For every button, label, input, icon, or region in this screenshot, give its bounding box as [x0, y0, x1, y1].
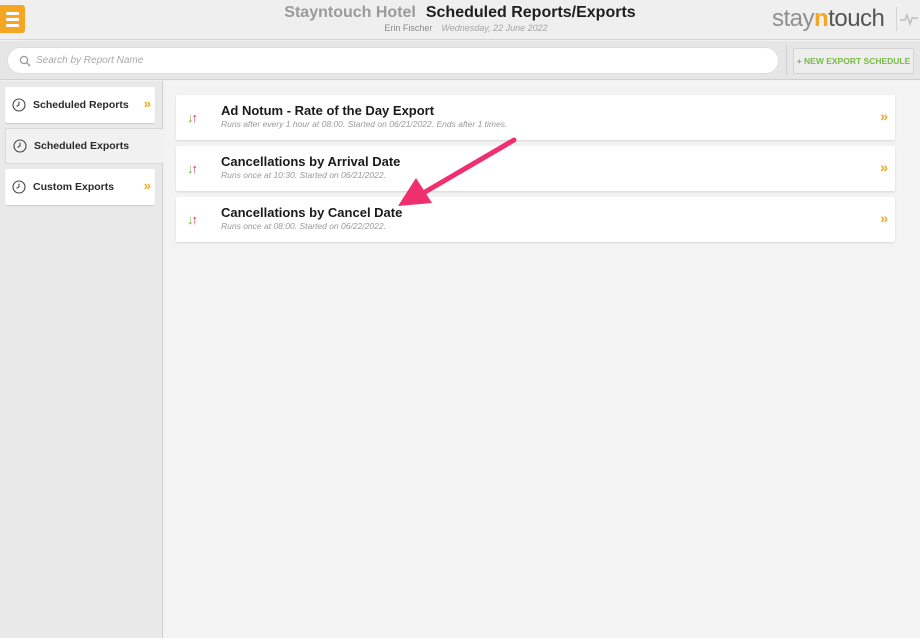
user-name: Erin Fischer: [384, 23, 433, 33]
search-bar[interactable]: [7, 47, 779, 74]
chevron-right-icon[interactable]: »: [880, 159, 888, 175]
arrow-up-icon: ↑: [191, 212, 198, 227]
sort-arrows-icon[interactable]: ↓↑: [187, 161, 198, 176]
brand-logo-part: stay: [772, 5, 815, 32]
sidebar-item-label: Scheduled Reports: [33, 99, 129, 111]
arrow-up-icon: ↑: [191, 161, 198, 176]
report-title: Cancellations by Arrival Date: [221, 154, 401, 169]
sidebar-item-custom-exports[interactable]: Custom Exports »: [5, 169, 155, 205]
sidebar-item-scheduled-exports[interactable]: Scheduled Exports: [5, 128, 163, 164]
top-header: Stayntouch Hotel Scheduled Reports/Expor…: [0, 0, 920, 40]
page-title: Scheduled Reports/Exports: [425, 4, 636, 21]
sidebar-item-label: Scheduled Exports: [34, 140, 130, 152]
sort-arrows-icon[interactable]: ↓↑: [187, 110, 198, 125]
report-row[interactable]: ↓↑ Cancellations by Cancel Date Runs onc…: [176, 197, 895, 242]
search-toolbar: + NEW EXPORT SCHEDULE: [0, 41, 920, 80]
chevron-right-icon: »: [143, 178, 151, 193]
search-icon: [19, 55, 31, 66]
brand-logo: stay n touch: [772, 4, 885, 34]
clock-icon: [13, 139, 27, 153]
report-schedule: Runs once at 10:30. Started on 06/21/202…: [221, 170, 386, 180]
toolbar-divider: [786, 46, 787, 75]
chevron-right-icon: »: [143, 96, 151, 111]
sort-arrows-icon[interactable]: ↓↑: [187, 212, 198, 227]
hotel-name: Stayntouch Hotel: [284, 4, 416, 21]
new-export-schedule-button[interactable]: + NEW EXPORT SCHEDULE: [793, 48, 914, 74]
search-input[interactable]: [36, 55, 778, 66]
chevron-right-icon[interactable]: »: [880, 108, 888, 124]
sidebar: Scheduled Reports » Scheduled Exports Cu…: [0, 81, 163, 638]
clock-icon: [12, 180, 26, 194]
chevron-right-icon[interactable]: »: [880, 210, 888, 226]
report-row[interactable]: ↓↑ Ad Notum - Rate of the Day Export Run…: [176, 95, 895, 140]
report-title: Ad Notum - Rate of the Day Export: [221, 103, 435, 118]
sidebar-item-label: Custom Exports: [33, 181, 115, 193]
brand-logo-part: n: [814, 5, 829, 32]
report-title: Cancellations by Cancel Date: [221, 205, 403, 220]
clock-icon: [12, 98, 26, 112]
arrow-up-icon: ↑: [191, 110, 198, 125]
brand-logo-part: touch: [828, 5, 885, 32]
pulse-icon[interactable]: [896, 7, 920, 31]
report-schedule: Runs once at 08:00. Started on 06/22/202…: [221, 221, 386, 231]
report-schedule: Runs after every 1 hour at 08:00. Starte…: [221, 119, 508, 129]
report-list: ↓↑ Ad Notum - Rate of the Day Export Run…: [164, 81, 920, 638]
sidebar-item-scheduled-reports[interactable]: Scheduled Reports »: [5, 87, 155, 123]
current-date: Wednesday, 22 June 2022: [441, 23, 548, 33]
report-row[interactable]: ↓↑ Cancellations by Arrival Date Runs on…: [176, 146, 895, 191]
